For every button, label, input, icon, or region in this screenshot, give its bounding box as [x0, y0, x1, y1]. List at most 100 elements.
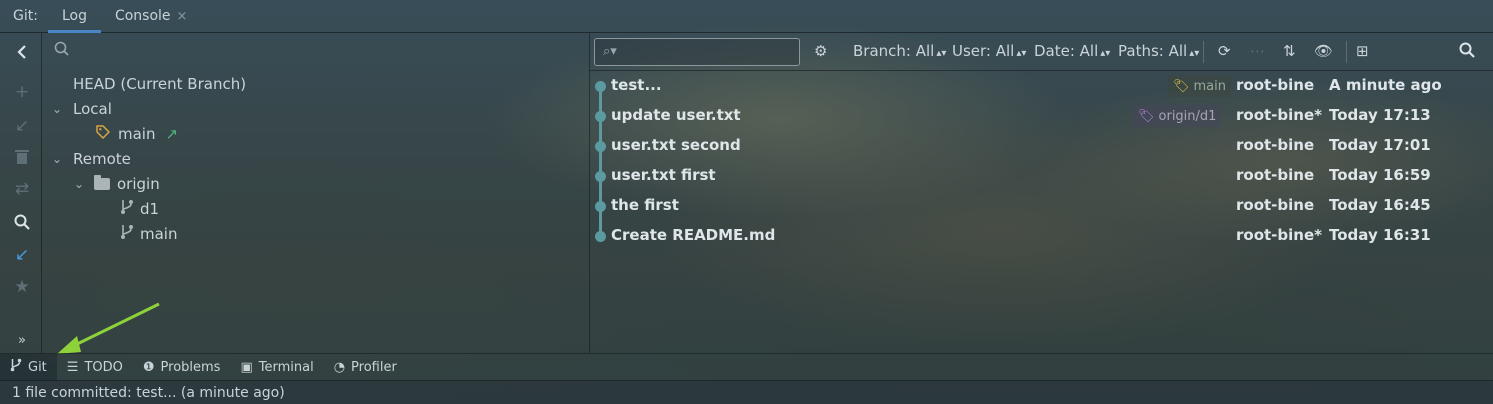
chevron-down-icon[interactable]: ⌄	[52, 102, 66, 116]
tool-window-problems[interactable]: ❶ Problems	[133, 354, 231, 381]
commit-author: root-bine	[1236, 166, 1315, 184]
tool-window-header: Git: Log Console ×	[0, 0, 1493, 33]
commit-row[interactable]: update user.txt 🏷 origin/d1 root-bine* To…	[590, 101, 1493, 131]
commit-dot	[595, 231, 606, 242]
tree-item-local-main-label: main	[118, 125, 156, 143]
user-filter[interactable]: User: All ▴▾	[952, 42, 1026, 60]
commit-message: user.txt first	[611, 166, 716, 184]
log-toolbar: ⌕▾ ⚙ Branch: All ▴▾ User: All ▴▾ Date: All…	[590, 33, 1493, 71]
settings-gear-icon[interactable]: ⚙	[814, 42, 827, 60]
commit-row[interactable]: test... 🏷 main root-bine A minute ago	[590, 71, 1493, 101]
commit-date: Today 16:31	[1329, 226, 1431, 244]
tree-group-origin-label: origin	[117, 175, 160, 193]
tool-window-terminal-label: Terminal	[258, 359, 314, 375]
branch-filter[interactable]: Branch: All ▴▾	[853, 42, 946, 60]
sort-icon[interactable]: ⇅	[1283, 42, 1296, 60]
tab-log[interactable]: Log	[47, 0, 101, 33]
tag-icon	[96, 125, 111, 143]
commit-author: root-bine*	[1236, 226, 1322, 244]
cherry-pick-icon[interactable]: ⋯	[1250, 42, 1265, 60]
tool-window-title: Git:	[13, 8, 38, 24]
tool-window-terminal[interactable]: ▣ Terminal	[230, 354, 323, 381]
add-icon[interactable]: +	[11, 81, 33, 103]
caret-icon: ▴▾	[1016, 48, 1027, 59]
branch-icon	[120, 224, 134, 244]
tree-item-local-main[interactable]: main ↗	[96, 123, 178, 145]
caret-icon: ▴▾	[1100, 48, 1111, 59]
tree-search-icon[interactable]	[54, 41, 70, 61]
tool-window-profiler[interactable]: ◔ Profiler	[324, 354, 407, 381]
tree-item-origin-main-label: main	[140, 225, 178, 243]
git-branch-icon	[10, 358, 22, 376]
commit-author: root-bine	[1236, 136, 1315, 154]
commit-row[interactable]: Create README.md root-bine* Today 16:31	[590, 221, 1493, 251]
close-icon[interactable]: ×	[177, 9, 188, 24]
terminal-icon: ▣	[240, 359, 253, 375]
tree-item-origin-d1-label: d1	[140, 200, 160, 218]
tool-window-bar: Git ☰ TODO ❶ Problems ▣ Terminal ◔ Profi…	[0, 353, 1493, 381]
tree-group-local[interactable]: ⌄ Local	[52, 98, 112, 120]
refresh-icon[interactable]: ⟳	[1218, 42, 1231, 60]
commit-author: root-bine*	[1236, 106, 1322, 124]
update-icon[interactable]: ↙	[11, 244, 33, 266]
profiler-icon: ◔	[333, 359, 346, 375]
log-search-input[interactable]: ⌕▾	[594, 38, 800, 66]
new-tab-icon[interactable]: ⊞	[1356, 42, 1369, 60]
tool-window-profiler-label: Profiler	[351, 359, 397, 375]
ref-label-text: main	[1193, 78, 1226, 94]
commit-dot	[595, 81, 606, 92]
commit-message: user.txt second	[611, 136, 741, 154]
paths-filter-label: Paths: All	[1118, 42, 1188, 60]
ref-label: 🏷 origin/d1	[1133, 105, 1222, 127]
star-icon[interactable]: ★	[11, 276, 33, 298]
tree-item-head[interactable]: HEAD (Current Branch)	[73, 73, 246, 95]
toolbar-separator	[1203, 41, 1204, 63]
branch-filter-label: Branch: All	[853, 42, 935, 60]
folder-icon	[94, 175, 110, 190]
commit-dot	[595, 141, 606, 152]
list-icon: ☰	[66, 359, 79, 375]
tree-group-local-label: Local	[73, 100, 112, 118]
date-filter-label: Date: All	[1034, 42, 1099, 60]
chevron-down-icon[interactable]: ⌄	[52, 152, 66, 166]
back-chevron-icon[interactable]	[11, 41, 33, 63]
tree-item-origin-d1[interactable]: d1	[120, 198, 159, 220]
commit-author: root-bine	[1236, 196, 1315, 214]
user-filter-label: User: All	[952, 42, 1015, 60]
chevron-down-icon[interactable]: ⌄	[74, 177, 88, 191]
warning-icon: ❶	[142, 359, 155, 375]
tree-group-remote[interactable]: ⌄ Remote	[52, 148, 131, 170]
caret-icon: ▴▾	[1189, 48, 1200, 59]
checkout-icon[interactable]: ↙	[11, 115, 33, 137]
tag-icon: 🏷	[1173, 78, 1190, 94]
toolbar-separator	[1346, 41, 1347, 63]
date-filter[interactable]: Date: All ▴▾	[1034, 42, 1110, 60]
compare-icon[interactable]: ⇄	[11, 178, 33, 200]
tree-group-origin[interactable]: ⌄ origin	[74, 173, 160, 195]
commit-row[interactable]: the first root-bine Today 16:45	[590, 191, 1493, 221]
commit-date: Today 17:01	[1329, 136, 1431, 154]
paths-filter[interactable]: Paths: All ▴▾	[1118, 42, 1199, 60]
status-bar: 1 file committed: test... (a minute ago)	[0, 380, 1493, 404]
commit-dot	[595, 111, 606, 122]
commit-date: Today 16:59	[1329, 166, 1431, 184]
caret-icon: ▴▾	[936, 48, 947, 59]
tab-console-label: Console	[114, 8, 171, 24]
commit-date: A minute ago	[1329, 76, 1442, 94]
eye-icon[interactable]: 👁	[1314, 42, 1333, 60]
commit-log-panel: ⌕▾ ⚙ Branch: All ▴▾ User: All ▴▾ Date: All…	[590, 33, 1493, 353]
search-icon[interactable]	[11, 211, 33, 233]
search-icon[interactable]	[1459, 42, 1475, 62]
branch-icon	[120, 199, 134, 219]
annotation-arrow-icon	[57, 302, 160, 354]
commit-row[interactable]: user.txt first root-bine Today 16:59	[590, 161, 1493, 191]
tool-window-git[interactable]: Git	[0, 353, 57, 381]
status-message[interactable]: 1 file committed: test... (a minute ago)	[12, 385, 285, 401]
commit-row[interactable]: user.txt second root-bine Today 17:01	[590, 131, 1493, 161]
tool-window-todo[interactable]: ☰ TODO	[57, 354, 133, 381]
expand-icon[interactable]: »	[11, 329, 33, 351]
tree-item-origin-main[interactable]: main	[120, 223, 177, 245]
delete-icon[interactable]	[11, 146, 33, 168]
outgoing-arrow-icon: ↗	[165, 125, 179, 143]
tab-console[interactable]: Console ×	[101, 0, 201, 33]
